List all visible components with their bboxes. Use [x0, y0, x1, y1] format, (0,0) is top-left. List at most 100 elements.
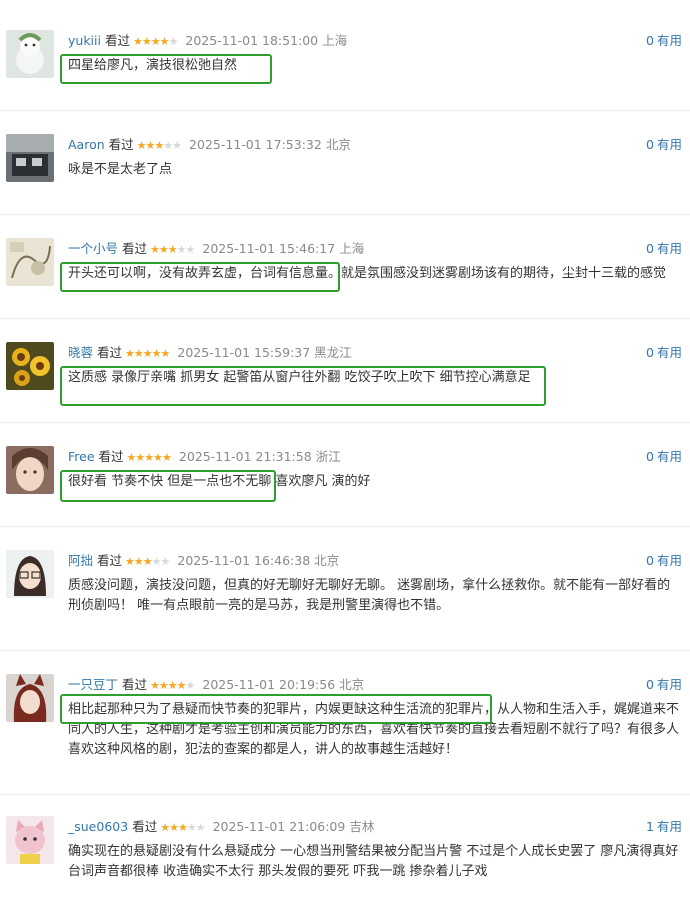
star-icon: ★ — [133, 347, 144, 360]
comment-time: 2025-11-01 16:46:38 — [177, 553, 311, 568]
comment-item: 一个小号 看过 ★★★★★ 2025-11-01 15:46:17 上海 0 有用 开头还… — [0, 238, 690, 319]
girl-face-avatar[interactable] — [6, 446, 54, 494]
anime-fox-avatar[interactable] — [6, 674, 54, 722]
useful-label: 有用 — [656, 345, 682, 360]
star-icon: ★ — [159, 35, 170, 48]
comment-item: _sue0603 看过 ★★★★★ 2025-11-01 21:06:09 吉林 1 有用… — [0, 816, 690, 906]
star-icon: ★ — [163, 139, 173, 152]
username-link[interactable]: Free — [68, 449, 95, 464]
rating-stars: ★★★★★ — [150, 240, 196, 259]
seen-label: 看过 — [97, 553, 123, 568]
useful-count: 0 — [646, 241, 654, 256]
useful-count: 0 — [646, 449, 654, 464]
star-icon: ★ — [168, 35, 179, 48]
useful-label: 有用 — [656, 33, 682, 48]
sunflower-avatar[interactable] — [6, 342, 54, 390]
seen-label: 看过 — [108, 137, 134, 152]
star-icon: ★ — [162, 451, 172, 464]
username-link[interactable]: Aaron — [68, 137, 105, 152]
comment-time: 2025-11-01 15:46:17 — [202, 241, 336, 256]
useful-count: 0 — [646, 677, 654, 692]
comment-header: 一只豆丁 看过 ★★★★★ 2025-11-01 20:19:56 北京 — [68, 676, 364, 694]
comment-item: 阿拙 看过 ★★★★★ 2025-11-01 16:46:38 北京 0 有用 质感没问题… — [0, 550, 690, 651]
star-icon: ★ — [150, 35, 161, 48]
star-icon: ★ — [160, 347, 171, 360]
train-photo-avatar[interactable] — [6, 134, 54, 182]
star-icon: ★ — [185, 679, 196, 692]
comment-text: 质感没问题，演技没问题，但真的好无聊好无聊好无聊。 迷雾剧场，拿什么拯救你。就不… — [68, 578, 671, 613]
star-icon: ★ — [125, 347, 135, 360]
star-icon: ★ — [154, 139, 164, 152]
snowman-avatar[interactable] — [6, 30, 54, 78]
highlight-box — [60, 54, 272, 84]
rating-stars: ★★★★★ — [160, 818, 206, 837]
comment-header: Free 看过 ★★★★★ 2025-11-01 21:31:58 浙江 — [68, 448, 341, 466]
useful-button[interactable]: 0 有用 — [646, 136, 682, 154]
useful-button[interactable]: 1 有用 — [646, 818, 682, 836]
username-link[interactable]: 一个小号 — [68, 241, 118, 256]
star-icon: ★ — [160, 821, 170, 834]
star-icon: ★ — [185, 243, 196, 256]
cartoon-girl-avatar[interactable] — [6, 550, 54, 598]
comment-location: 黑龙江 — [314, 345, 352, 360]
useful-label: 有用 — [656, 241, 682, 256]
comment-location: 浙江 — [315, 449, 341, 464]
username-link[interactable]: 阿拙 — [68, 553, 93, 568]
star-icon: ★ — [133, 555, 144, 568]
rating-stars: ★★★★★ — [125, 344, 171, 363]
useful-count: 0 — [646, 553, 654, 568]
useful-button[interactable]: 0 有用 — [646, 240, 682, 258]
username-link[interactable]: yukiii — [68, 33, 101, 48]
highlight-box — [60, 470, 276, 502]
star-icon: ★ — [136, 139, 147, 152]
username-link[interactable]: 晓蓉 — [68, 345, 93, 360]
useful-button[interactable]: 0 有用 — [646, 552, 682, 570]
seen-label: 看过 — [132, 819, 158, 834]
comment-item: 晓蓉 看过 ★★★★★ 2025-11-01 15:59:37 黑龙江 0 有用 这质感 … — [0, 342, 690, 423]
comment-time: 2025-11-01 20:19:56 — [202, 677, 336, 692]
comment-header: 阿拙 看过 ★★★★★ 2025-11-01 16:46:38 北京 — [68, 552, 339, 570]
username-link[interactable]: 一只豆丁 — [68, 677, 118, 692]
comment-header: _sue0603 看过 ★★★★★ 2025-11-01 21:06:09 吉林 — [68, 818, 374, 836]
star-icon: ★ — [150, 243, 160, 256]
useful-label: 有用 — [656, 449, 682, 464]
useful-count: 0 — [646, 137, 654, 152]
star-icon: ★ — [158, 243, 169, 256]
comment-location: 上海 — [339, 241, 365, 256]
star-icon: ★ — [133, 35, 143, 48]
star-icon: ★ — [125, 555, 135, 568]
useful-count: 0 — [646, 345, 654, 360]
useful-button[interactable]: 0 有用 — [646, 676, 682, 694]
comment-item: Free 看过 ★★★★★ 2025-11-01 21:31:58 浙江 0 有用 很好看… — [0, 446, 690, 527]
sketch-avatar[interactable] — [6, 238, 54, 286]
useful-button[interactable]: 0 有用 — [646, 448, 682, 466]
star-icon: ★ — [153, 451, 163, 464]
useful-button[interactable]: 0 有用 — [646, 344, 682, 362]
star-icon: ★ — [167, 679, 178, 692]
seen-label: 看过 — [97, 345, 123, 360]
comment-location: 北京 — [314, 553, 340, 568]
star-icon: ★ — [141, 35, 152, 48]
useful-button[interactable]: 0 有用 — [646, 32, 682, 50]
comment-location: 北京 — [339, 677, 365, 692]
comment-header: 晓蓉 看过 ★★★★★ 2025-11-01 15:59:37 黑龙江 — [68, 344, 352, 362]
rating-stars: ★★★★★ — [127, 448, 172, 467]
star-icon: ★ — [176, 243, 187, 256]
star-icon: ★ — [169, 821, 179, 834]
highlight-box — [60, 262, 340, 292]
pink-cat-avatar[interactable] — [6, 816, 54, 864]
useful-label: 有用 — [656, 553, 682, 568]
useful-label: 有用 — [656, 819, 682, 834]
comment-time: 2025-11-01 21:31:58 — [178, 449, 312, 464]
comment-header: yukiii 看过 ★★★★★ 2025-11-01 18:51:00 上海 — [68, 32, 347, 50]
star-icon: ★ — [177, 821, 188, 834]
star-icon: ★ — [151, 555, 162, 568]
highlight-box — [60, 694, 492, 724]
seen-label: 看过 — [122, 677, 148, 692]
star-icon: ★ — [151, 347, 162, 360]
comment-item: yukiii 看过 ★★★★★ 2025-11-01 18:51:00 上海 0 有用 四… — [0, 30, 690, 111]
star-icon: ★ — [142, 347, 153, 360]
star-icon: ★ — [195, 821, 206, 834]
star-icon: ★ — [186, 821, 197, 834]
username-link[interactable]: _sue0603 — [68, 819, 128, 834]
